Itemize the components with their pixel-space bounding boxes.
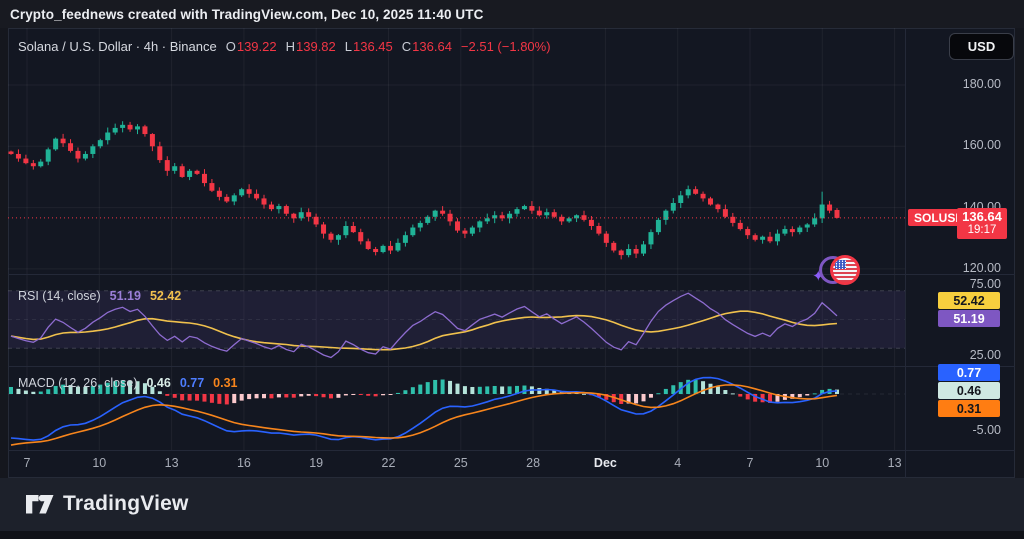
time-axis-label[interactable]: 10 [800,456,844,470]
price-axis-label[interactable]: 180.00 [905,77,1001,91]
time-axis-label[interactable]: 19 [294,456,338,470]
rsi-legend-title[interactable]: RSI (14, close) [18,289,101,303]
macd-hist-value: 0.46 [146,376,171,390]
time-axis-label[interactable]: 7 [728,456,772,470]
footer-strip [0,531,1024,539]
macd-line-value: 0.77 [179,376,205,390]
price-axis-label[interactable]: 120.00 [905,261,1001,275]
time-axis-label[interactable]: 28 [511,456,555,470]
time-axis-label[interactable]: 22 [367,456,411,470]
ohlc-high: H 139.82 [285,38,336,54]
macd-signal-badge: 0.31 [938,400,1000,417]
time-axis-label[interactable]: 16 [222,456,266,470]
price-axis-label[interactable]: 160.00 [905,138,1001,152]
time-axis-label[interactable]: 25 [439,456,483,470]
tradingview-logo[interactable]: TradingView [26,492,189,516]
rsi-legend[interactable]: RSI (14, close) 51.19 52.42 [18,289,181,303]
tradingview-logo-text: TradingView [63,492,189,515]
rsi-line-value: 51.19 [109,289,141,303]
last-price-badge: 136.64 19:17 [957,208,1007,239]
rsi-axis-lower-label[interactable]: 25.00 [905,348,1001,362]
time-axis-label[interactable]: 13 [873,456,917,470]
macd-signal-value: 0.31 [213,376,238,390]
attribution-bar: Crypto_feednews created with TradingView… [0,0,1024,28]
macd-legend-title[interactable]: MACD (12, 26, close) [18,376,137,390]
macd-hist-badge: 0.46 [938,382,1000,399]
macd-legend[interactable]: MACD (12, 26, close) 0.46 0.77 0.31 [18,376,238,390]
symbol-legend[interactable]: Solana / U.S. Dollar · 4h · Binance O 13… [18,36,551,56]
us-flag-icon [830,255,860,285]
tradingview-logo-icon [26,494,54,513]
symbol-title[interactable]: Solana / U.S. Dollar · 4h · Binance [18,39,217,54]
ohlc-open: O 139.22 [225,38,277,54]
ohlc-close: C 136.64 [401,38,452,54]
currency-usd-button[interactable]: USD [949,33,1014,60]
ohlc-low: L 136.45 [344,38,393,54]
price-change: −2.51 (−1.80%) [460,38,551,54]
channel-watermark: ✦ [806,250,866,290]
macd-axis-label[interactable]: -5.00 [905,423,1002,437]
rsi-ma-value: 52.42 [149,289,182,303]
time-axis-label[interactable]: 10 [77,456,121,470]
tradingview-chart-page: Crypto_feednews created with TradingView… [0,0,1024,539]
rsi-line-badge: 51.19 [938,310,1000,327]
last-price-value: 136.64 [962,209,1002,224]
macd-line-badge: 0.77 [938,364,1000,381]
rsi-ma-badge: 52.42 [938,292,1000,309]
time-axis-label[interactable]: Dec [583,456,627,470]
time-axis-label[interactable]: 13 [150,456,194,470]
rsi-axis-upper-label[interactable]: 75.00 [905,277,1001,291]
bar-countdown: 19:17 [967,224,997,236]
time-axis-label[interactable]: 4 [656,456,700,470]
time-axis-label[interactable]: 7 [5,456,49,470]
attribution-text: Crypto_feednews created with TradingView… [10,6,484,22]
